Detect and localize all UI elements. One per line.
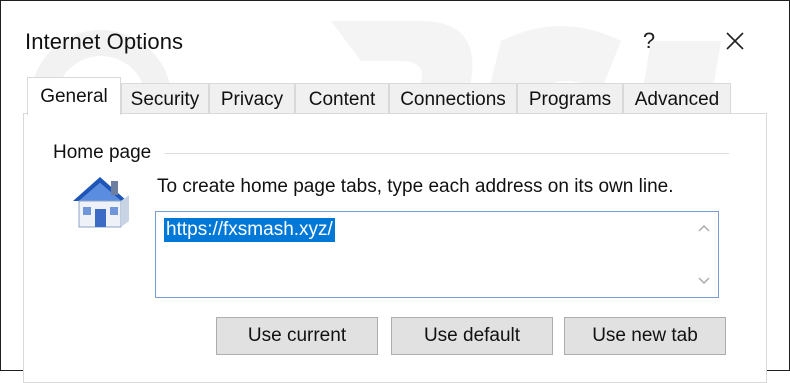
chevron-down-icon <box>698 277 710 284</box>
tab-privacy[interactable]: Privacy <box>209 83 295 115</box>
close-icon <box>726 32 744 50</box>
use-default-button[interactable]: Use default <box>391 317 553 355</box>
tab-advanced[interactable]: Advanced <box>623 83 731 115</box>
tab-security[interactable]: Security <box>121 83 209 115</box>
chevron-up-icon <box>698 225 710 232</box>
close-button[interactable] <box>715 23 755 59</box>
tab-label: Advanced <box>634 88 720 110</box>
home-page-instruction: To create home page tabs, type each addr… <box>157 176 674 197</box>
tab-label: Connections <box>400 88 506 110</box>
tab-programs[interactable]: Programs <box>517 83 623 115</box>
use-current-button[interactable]: Use current <box>216 317 378 355</box>
use-new-tab-button[interactable]: Use new tab <box>564 317 726 355</box>
tab-label: General <box>40 85 108 107</box>
tab-label: Programs <box>528 88 612 110</box>
tab-general[interactable]: General <box>27 77 121 115</box>
help-button[interactable]: ? <box>629 23 669 59</box>
tab-label: Content <box>308 88 376 110</box>
scroll-up-button[interactable] <box>691 217 717 239</box>
textbox-scrollbar[interactable] <box>691 213 717 296</box>
tab-connections[interactable]: Connections <box>389 83 517 115</box>
home-page-url-field[interactable]: https://fxsmash.xyz/ <box>155 211 719 298</box>
home-page-group-label: Home page <box>53 142 158 164</box>
group-divider <box>165 153 729 154</box>
scroll-down-button[interactable] <box>691 270 717 292</box>
tab-label: Privacy <box>220 88 284 110</box>
tab-content[interactable]: Content <box>295 83 389 115</box>
home-page-url-value: https://fxsmash.xyz/ <box>164 218 335 242</box>
house-icon <box>73 177 129 228</box>
tab-label: Security <box>130 88 200 110</box>
window-title: Internet Options <box>25 29 184 54</box>
dialog-window: Internet Options ? General Security Priv… <box>0 0 790 383</box>
